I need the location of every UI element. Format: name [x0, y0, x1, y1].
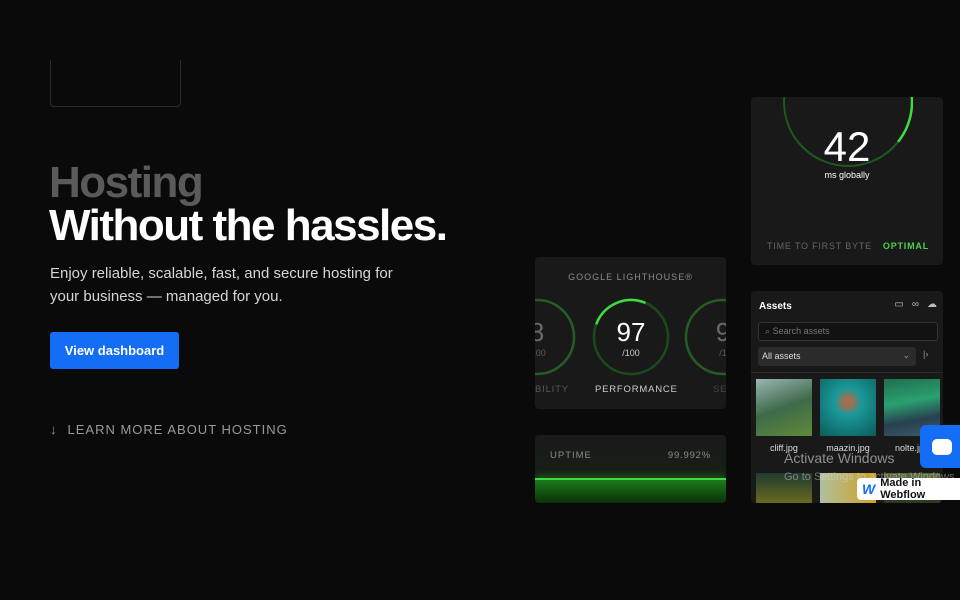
- folder-add-icon[interactable]: ▭: [894, 299, 903, 310]
- asset-thumbnail[interactable]: [820, 379, 876, 436]
- score-denominator: /100: [535, 348, 546, 358]
- nav-box: [50, 60, 181, 107]
- score-value: 9: [715, 317, 726, 347]
- score-ring: 8 /100: [535, 297, 577, 377]
- performance-denominator: /100: [622, 348, 640, 358]
- webflow-logo-icon: W: [862, 481, 876, 497]
- view-dashboard-button[interactable]: View dashboard: [50, 332, 179, 369]
- search-icon: ⌕: [765, 326, 771, 336]
- score-denominator: /1: [719, 348, 726, 358]
- uptime-value: 99.992%: [667, 450, 711, 461]
- made-in-webflow-badge[interactable]: W Made in Webflow: [857, 477, 960, 501]
- score-label: BILITY: [535, 384, 569, 395]
- performance-value: 97: [616, 317, 646, 347]
- filter-value: All assets: [762, 351, 801, 361]
- assets-filter-select[interactable]: All assets ⌄: [758, 347, 916, 366]
- ttfb-value: 42: [823, 123, 871, 170]
- lighthouse-title: GOOGLE LIGHTHOUSE®: [568, 272, 693, 282]
- link-icon[interactable]: ∞: [912, 299, 919, 310]
- score-label: SE: [713, 384, 726, 395]
- chat-button[interactable]: [920, 425, 960, 468]
- asset-thumbnail[interactable]: [756, 379, 812, 436]
- search-assets-input[interactable]: ⌕ Search assets: [758, 322, 938, 341]
- webflow-badge-label: Made in Webflow: [880, 477, 926, 501]
- learn-more-link[interactable]: ↓ LEARN MORE ABOUT HOSTING: [50, 422, 288, 437]
- hero-description: Enjoy reliable, scalable, fast, and secu…: [50, 265, 393, 305]
- learn-more-label: LEARN MORE ABOUT HOSTING: [67, 422, 288, 437]
- activate-windows-title: Activate Windows: [784, 450, 895, 466]
- performance-label: PERFORMANCE: [595, 384, 678, 395]
- performance-ring: 97 /100: [591, 297, 671, 377]
- chat-bubble-icon: [932, 438, 952, 455]
- lighthouse-card: GOOGLE LIGHTHOUSE® 8 /100 BILITY 97 /100…: [535, 257, 726, 409]
- uptime-card: UPTIME 99.992%: [535, 435, 726, 503]
- score-value: 8: [535, 317, 545, 347]
- assets-title: Assets: [759, 301, 792, 312]
- score-ring: 9 /1: [683, 297, 726, 377]
- search-placeholder: Search assets: [772, 326, 830, 336]
- arrow-down-icon: ↓: [50, 422, 58, 437]
- chevron-down-icon: ⌄: [902, 350, 910, 360]
- uptime-label: UPTIME: [550, 450, 592, 461]
- ttfb-label: TIME TO FIRST BYTE: [767, 241, 872, 251]
- ttfb-unit: ms globally: [824, 170, 870, 180]
- ttfb-card: 42 ms globally TIME TO FIRST BYTE OPTIMA…: [751, 97, 943, 265]
- uptime-fill: [535, 480, 726, 503]
- ttfb-status: OPTIMAL: [882, 241, 929, 251]
- divider: [751, 372, 943, 373]
- upload-cloud-icon[interactable]: ☁: [927, 299, 937, 310]
- hero-title: Without the hassles.: [49, 201, 448, 250]
- collapse-panel-icon[interactable]: |›: [923, 349, 928, 359]
